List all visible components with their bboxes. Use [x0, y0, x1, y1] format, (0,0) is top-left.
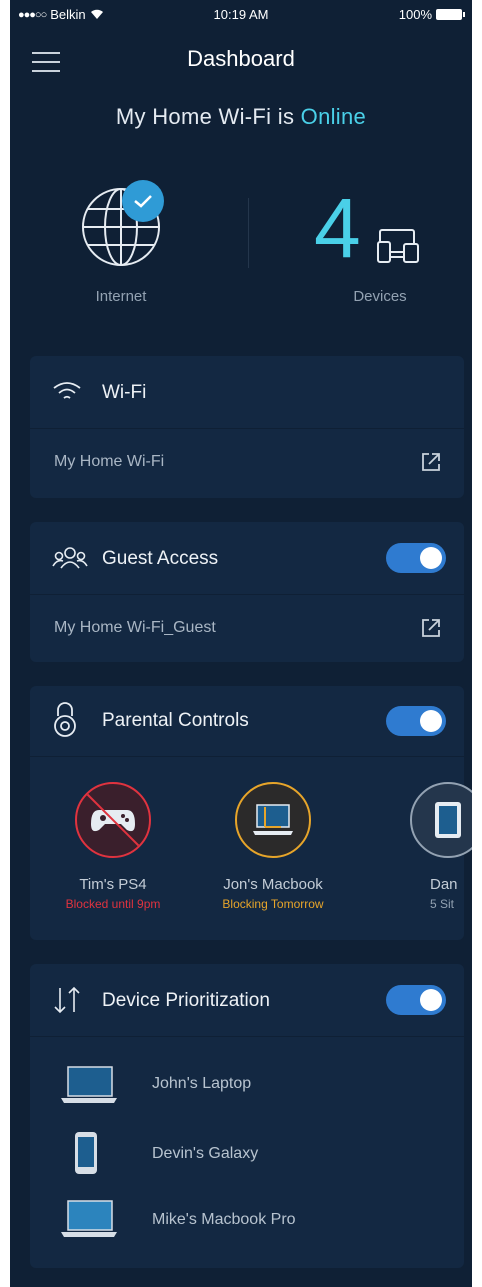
laptop-icon	[61, 1066, 117, 1103]
external-link-icon[interactable]	[420, 451, 442, 473]
gamepad-avatar	[75, 782, 151, 858]
devices-label: Devices	[353, 288, 407, 305]
battery-icon	[436, 9, 465, 20]
priority-device-row[interactable]: Mike's Macbook Pro	[30, 1197, 464, 1247]
devices-icon	[377, 229, 419, 263]
laptop-icon	[253, 804, 293, 835]
network-status: My Home Wi-Fi is Online	[10, 104, 472, 130]
battery-status: 100%	[398, 7, 465, 22]
guest-access-toggle[interactable]	[386, 543, 446, 573]
page-title: Dashboard	[187, 46, 295, 71]
parental-device[interactable]: Tim's PS4 Blocked until 9pm	[38, 782, 188, 911]
card-divider	[30, 1036, 464, 1037]
guests-icon	[52, 547, 88, 569]
priority-device-name: John's Laptop	[152, 1075, 252, 1092]
blocked-slash-icon	[86, 793, 140, 847]
parental-device-status: 5 Sit	[430, 897, 455, 911]
tablet-avatar	[410, 782, 472, 858]
priority-device-name: Devin's Galaxy	[152, 1145, 259, 1162]
stats-divider	[248, 198, 249, 268]
priority-device-row[interactable]: John's Laptop	[30, 1061, 464, 1111]
status-bar: ●●●○○ Belkin 10:19 AM 100%	[10, 0, 472, 28]
device-prioritization-card: Device Prioritization John's Laptop Devi…	[30, 964, 464, 1268]
parental-device[interactable]: Dan 5 Sit	[410, 782, 472, 911]
devices-count[interactable]: 4	[314, 186, 361, 270]
internet-label: Internet	[95, 288, 147, 305]
guest-access-title: Guest Access	[102, 548, 219, 569]
priority-device-name: Mike's Macbook Pro	[152, 1211, 296, 1228]
parental-controls-toggle[interactable]	[386, 706, 446, 736]
parental-device-name: Jon's Macbook	[223, 876, 323, 893]
wifi-card-title: Wi-Fi	[102, 382, 147, 403]
check-badge-icon	[122, 180, 164, 222]
parental-controls-card: Parental Controls Tim's PS4 Blocked unti…	[30, 686, 472, 940]
phone-icon	[75, 1132, 97, 1174]
parental-device-name: Dan	[430, 876, 458, 893]
tablet-icon	[435, 802, 461, 838]
card-divider	[30, 428, 464, 429]
app-screen: ●●●○○ Belkin 10:19 AM 100% Dashboard My …	[10, 0, 472, 1287]
parental-device-status: Blocking Tomorrow	[222, 897, 324, 911]
parental-device[interactable]: Jon's Macbook Blocking Tomorrow	[198, 782, 348, 911]
sort-arrows-icon	[54, 986, 80, 1014]
parental-device-name: Tim's PS4	[79, 876, 147, 893]
guest-access-card: Guest Access My Home Wi-Fi_Guest	[30, 522, 464, 662]
laptop-avatar	[235, 782, 311, 858]
wifi-card: Wi-Fi My Home Wi-Fi	[30, 356, 464, 498]
battery-percent: 100%	[398, 7, 432, 22]
online-state: Online	[300, 104, 367, 129]
toggle-knob	[420, 547, 442, 569]
priority-device-row[interactable]: Devin's Galaxy	[30, 1131, 464, 1181]
lock-icon	[54, 702, 76, 737]
laptop-icon	[61, 1200, 117, 1237]
network-status-prefix: My Home Wi-Fi is	[115, 104, 301, 129]
parental-controls-title: Parental Controls	[102, 710, 249, 731]
external-link-icon[interactable]	[420, 617, 442, 639]
guest-network-name[interactable]: My Home Wi-Fi_Guest	[54, 619, 216, 637]
device-prioritization-toggle[interactable]	[386, 985, 446, 1015]
toggle-knob	[420, 710, 442, 732]
wifi-network-name[interactable]: My Home Wi-Fi	[54, 453, 164, 471]
toggle-knob	[420, 989, 442, 1011]
parental-device-status: Blocked until 9pm	[65, 897, 161, 911]
card-divider	[30, 756, 464, 757]
card-divider	[30, 594, 464, 595]
wifi-icon	[53, 382, 81, 399]
device-prioritization-title: Device Prioritization	[102, 990, 270, 1011]
